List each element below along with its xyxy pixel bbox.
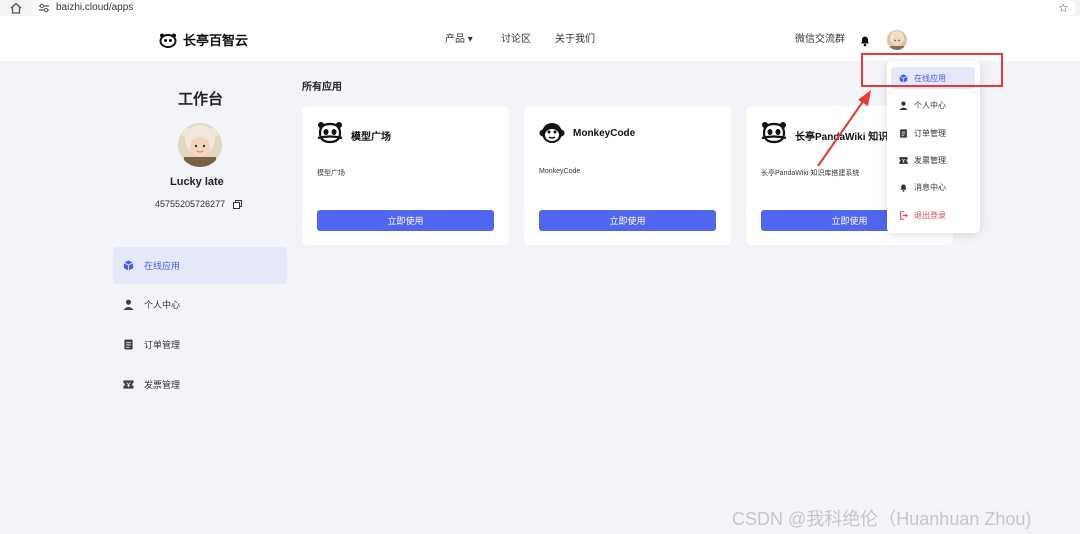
- app-card-monkeycode: MonkeyCode MonkeyCode 立即使用: [524, 106, 731, 245]
- app-description: 长亭PandaWiki 知识库搭建系统: [761, 170, 860, 177]
- bookmark-star-icon[interactable]: ☆: [1058, 0, 1069, 16]
- sidebar-item-label: 订单管理: [144, 340, 181, 350]
- menu-item-personal-center[interactable]: 个人中心: [891, 94, 975, 116]
- menu-item-label: 发票管理: [914, 155, 946, 165]
- copy-icon[interactable]: [233, 199, 243, 209]
- nav-about[interactable]: 关于我们: [555, 34, 595, 46]
- person-icon: [899, 101, 908, 110]
- sidebar-item-label: 发票管理: [144, 380, 181, 390]
- person-icon: [123, 299, 134, 310]
- app-name: 模型广场: [351, 132, 391, 143]
- document-icon: [124, 339, 133, 350]
- menu-item-label: 个人中心: [914, 100, 946, 110]
- menu-item-messages[interactable]: 消息中心: [891, 176, 975, 198]
- ticket-icon: [899, 156, 908, 164]
- use-now-button[interactable]: 立即使用: [317, 210, 494, 231]
- profile-avatar: [178, 123, 222, 167]
- brand-logo-icon: [159, 33, 177, 48]
- site-settings-icon[interactable]: [38, 2, 50, 14]
- sidebar-item-orders[interactable]: 订单管理: [113, 326, 287, 363]
- url-text: baizhi.cloud/apps: [56, 2, 134, 13]
- browser-toolbar: baizhi.cloud/apps ☆: [0, 0, 1080, 16]
- annotation-highlight-box: [861, 53, 1003, 87]
- nav-product-dropdown[interactable]: 产品 ▾: [445, 34, 473, 46]
- logout-icon: [900, 210, 908, 220]
- profile-user-id: 45755205726277: [155, 199, 243, 209]
- workspace-title: 工作台: [178, 91, 224, 108]
- cube-icon: [123, 260, 134, 271]
- bell-icon: [900, 184, 907, 192]
- app-name: MonkeyCode: [573, 128, 636, 139]
- sidebar-item-online-apps[interactable]: 在线应用: [113, 247, 287, 284]
- watermark-text: CSDN @我科绝伦（Huanhuan Zhou): [732, 509, 1032, 529]
- all-apps-title: 所有应用: [302, 82, 342, 93]
- panda-icon: [761, 122, 787, 144]
- bell-icon[interactable]: [859, 34, 871, 47]
- brand-logo[interactable]: 长亭百智云: [159, 30, 248, 49]
- sidebar-item-personal-center[interactable]: 个人中心: [113, 286, 287, 323]
- menu-item-label: 退出登录: [914, 210, 946, 220]
- document-icon: [900, 128, 907, 138]
- nav-wechat-group[interactable]: 微信交流群: [795, 34, 845, 46]
- sidebar-item-label: 个人中心: [144, 300, 181, 310]
- address-bar[interactable]: [32, 0, 1076, 16]
- app-name: 长亭PandaWiki 知识: [795, 132, 889, 143]
- menu-item-logout[interactable]: 退出登录: [891, 204, 975, 226]
- brand-name: 长亭百智云: [183, 33, 249, 48]
- panda-icon: [317, 122, 343, 144]
- home-icon[interactable]: [9, 1, 23, 15]
- app-description: MonkeyCode: [539, 168, 581, 175]
- ticket-icon: [123, 380, 134, 389]
- menu-item-label: 消息中心: [914, 182, 946, 192]
- app-description: 模型广场: [317, 170, 345, 177]
- sidebar-item-invoices[interactable]: 发票管理: [113, 366, 287, 403]
- monkey-icon: [539, 123, 565, 143]
- user-avatar[interactable]: [887, 30, 907, 50]
- use-now-button[interactable]: 立即使用: [539, 210, 716, 231]
- menu-item-label: 订单管理: [914, 128, 946, 138]
- sidebar-item-label: 在线应用: [144, 261, 181, 271]
- profile-username: Lucky late: [170, 176, 224, 188]
- nav-forum[interactable]: 讨论区: [501, 34, 531, 46]
- user-id-text: 45755205726277: [155, 199, 226, 209]
- app-card-model-square: 模型广场 模型广场 立即使用: [302, 106, 509, 245]
- menu-item-invoices[interactable]: 发票管理: [891, 149, 975, 171]
- menu-item-orders[interactable]: 订单管理: [891, 122, 975, 144]
